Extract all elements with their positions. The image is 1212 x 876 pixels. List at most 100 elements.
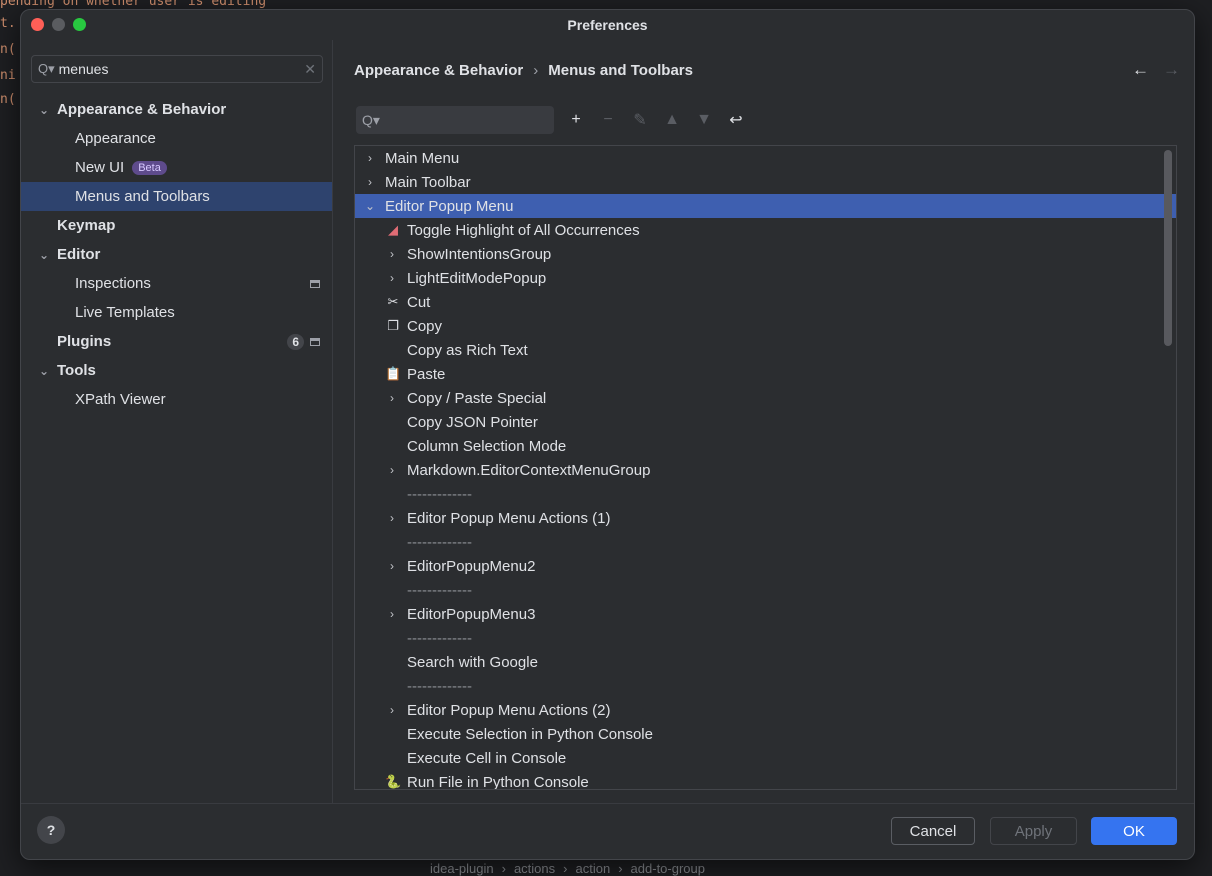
chevron-right-icon[interactable]: › (385, 271, 399, 285)
action-label: Editor Popup Menu Actions (2) (407, 701, 611, 719)
chevron-down-icon[interactable]: ⌄ (37, 103, 51, 117)
action-row[interactable]: ❐ Copy (355, 314, 1176, 338)
maximize-window-button[interactable] (73, 18, 86, 31)
chevron-down-icon[interactable]: ⌄ (37, 248, 51, 262)
scissors-icon: ✂ (387, 294, 399, 309)
action-label: LightEditModePopup (407, 269, 547, 287)
edit-icon-icon[interactable]: ✎ (630, 110, 650, 130)
action-label: Markdown.EditorContextMenuGroup (407, 461, 651, 479)
breadcrumb-parent[interactable]: Appearance & Behavior (354, 62, 523, 79)
separator-row: ------------- (355, 530, 1176, 554)
apply-button[interactable]: Apply (990, 817, 1077, 845)
nav-arrows: ← → (1132, 60, 1180, 80)
python-icon: 🐍 (385, 774, 402, 789)
cancel-button[interactable]: Cancel (891, 817, 975, 845)
sidebar-item-label: Editor (57, 246, 101, 263)
breadcrumb-current: Menus and Toolbars (548, 61, 693, 79)
action-row[interactable]: › EditorPopupMenu3 (355, 602, 1176, 626)
action-row[interactable]: Execute Cell in Console (355, 746, 1176, 770)
action-label: Execute Selection in Python Console (407, 725, 653, 743)
remove-action-icon[interactable]: − (598, 111, 618, 129)
sidebar-item-label: Appearance & Behavior (57, 101, 227, 118)
chevron-down-icon[interactable]: ⌄ (363, 199, 377, 213)
restore-defaults-icon[interactable]: ↩ (726, 110, 746, 130)
bg-crumb: add-to-group (630, 860, 705, 876)
action-label: Search with Google (407, 653, 538, 671)
settings-sidebar: Q▾ ✕ ⌄ Appearance & Behavior Appearance New… (21, 40, 333, 803)
action-row[interactable]: ✂ Cut (355, 290, 1176, 314)
scrollbar-thumb[interactable] (1164, 150, 1172, 346)
action-label: Copy / Paste Special (407, 389, 547, 407)
sidebar-item[interactable]: XPath Viewer (21, 385, 332, 414)
action-label: ------------- (407, 677, 472, 695)
window-title: Preferences (567, 17, 648, 33)
chevron-right-icon[interactable]: › (385, 703, 399, 717)
chevron-right-icon[interactable]: › (385, 463, 399, 477)
bg-code-line: n( (0, 42, 16, 57)
clear-search-icon[interactable]: ✕ (304, 61, 316, 78)
sidebar-item[interactable]: Menus and Toolbars (21, 182, 332, 211)
action-row[interactable]: › LightEditModePopup (355, 266, 1176, 290)
chevron-right-icon[interactable]: › (363, 151, 377, 165)
sidebar-item[interactable]: ⌄ Tools (21, 356, 332, 385)
sidebar-item[interactable]: Inspections (21, 269, 332, 298)
action-row[interactable]: ⌄ Editor Popup Menu (355, 194, 1176, 218)
action-label: Execute Cell in Console (407, 749, 567, 767)
action-row[interactable]: Execute Selection in Python Console (355, 722, 1176, 746)
forward-arrow-icon[interactable]: → (1163, 60, 1180, 80)
help-button[interactable]: ? (37, 816, 65, 844)
chevron-right-icon[interactable]: › (385, 511, 399, 525)
action-row[interactable]: 🐍 Run File in Python Console (355, 770, 1176, 790)
clipboard-icon: 📋 (385, 366, 402, 381)
beta-badge: Beta (132, 160, 167, 175)
action-row[interactable]: Copy as Rich Text (355, 338, 1176, 362)
search-icon: Q▾ (362, 111, 380, 128)
action-row[interactable]: › Editor Popup Menu Actions (1) (355, 506, 1176, 530)
sidebar-item[interactable]: ⌄ Appearance & Behavior (21, 95, 332, 124)
chevron-down-icon[interactable]: ⌄ (37, 364, 51, 378)
back-arrow-icon[interactable]: ← (1132, 60, 1149, 80)
action-row[interactable]: ◢ Toggle Highlight of All Occurrences (355, 218, 1176, 242)
sidebar-item-label: Inspections (75, 275, 151, 292)
action-row[interactable]: › Editor Popup Menu Actions (2) (355, 698, 1176, 722)
chevron-right-icon[interactable]: › (385, 559, 399, 573)
action-row[interactable]: › ShowIntentionsGroup (355, 242, 1176, 266)
action-label: EditorPopupMenu2 (407, 557, 536, 575)
chevron-right-icon[interactable]: › (385, 607, 399, 621)
action-row[interactable]: Copy JSON Pointer (355, 410, 1176, 434)
sidebar-item[interactable]: Live Templates (21, 298, 332, 327)
action-row[interactable]: Search with Google (355, 650, 1176, 674)
separator-row: ------------- (355, 674, 1176, 698)
settings-content: Appearance & Behavior › Menus and Toolba… (334, 40, 1194, 803)
sidebar-item[interactable]: New UI Beta (21, 153, 332, 182)
action-row[interactable]: › EditorPopupMenu2 (355, 554, 1176, 578)
sidebar-item[interactable]: Appearance (21, 124, 332, 153)
action-row[interactable]: › Copy / Paste Special (355, 386, 1176, 410)
item-indicators: 6 (287, 333, 320, 350)
sidebar-item[interactable]: Keymap (21, 211, 332, 240)
action-row[interactable]: › Main Toolbar (355, 170, 1176, 194)
settings-search-input[interactable] (58, 61, 301, 77)
separator-row: ------------- (355, 578, 1176, 602)
action-row[interactable]: 📋 Paste (355, 362, 1176, 386)
copy-icon: ❐ (387, 318, 399, 333)
chevron-right-icon[interactable]: › (385, 247, 399, 261)
sidebar-item-label: Tools (57, 362, 96, 379)
sidebar-item-label: Plugins (57, 333, 112, 350)
action-row[interactable]: Column Selection Mode (355, 434, 1176, 458)
sidebar-item[interactable]: ⌄ Editor (21, 240, 332, 269)
actions-search-input[interactable] (379, 112, 557, 128)
move-down-icon[interactable]: ▼ (694, 111, 714, 129)
chevron-right-icon[interactable]: › (363, 175, 377, 189)
add-action-icon[interactable]: + (566, 111, 586, 129)
action-label: Toggle Highlight of All Occurrences (407, 221, 640, 239)
action-row[interactable]: › Main Menu (355, 146, 1176, 170)
close-window-button[interactable] (31, 18, 44, 31)
action-row[interactable]: › Markdown.EditorContextMenuGroup (355, 458, 1176, 482)
move-up-icon[interactable]: ▲ (662, 111, 682, 129)
minimize-window-button[interactable] (52, 18, 65, 31)
ok-button[interactable]: OK (1091, 817, 1177, 845)
sidebar-item[interactable]: Plugins 6 (21, 327, 332, 356)
chevron-right-icon[interactable]: › (385, 391, 399, 405)
breadcrumb: Appearance & Behavior › Menus and Toolba… (334, 40, 1194, 100)
